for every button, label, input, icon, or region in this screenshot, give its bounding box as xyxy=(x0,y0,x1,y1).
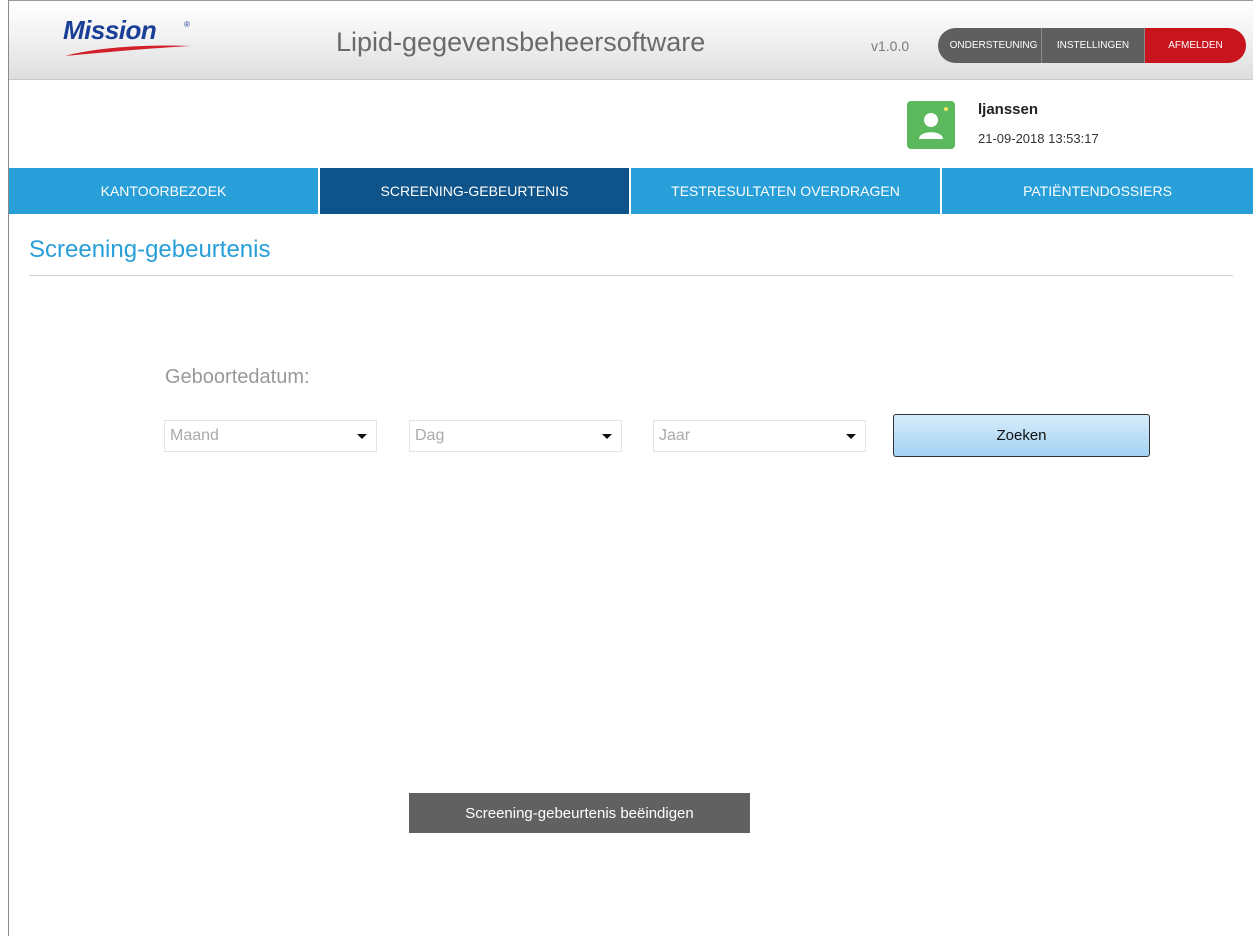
tab-testresultaten-overdragen[interactable]: TESTRESULTATEN OVERDRAGEN xyxy=(631,168,942,214)
username: ljanssen xyxy=(978,101,1039,118)
logo-text: Mission xyxy=(63,15,157,45)
year-select[interactable]: Jaar xyxy=(653,420,866,452)
logout-button[interactable]: AFMELDEN xyxy=(1145,28,1246,63)
support-button[interactable]: ONDERSTEUNING xyxy=(938,28,1042,63)
version-label: v1.0.0 xyxy=(871,38,910,54)
main-navigation: KANTOORBEZOEK SCREENING-GEBEURTENIS TEST… xyxy=(9,168,1253,214)
page-title: Screening-gebeurtenis xyxy=(29,236,271,263)
user-avatar-icon xyxy=(907,101,955,149)
mission-logo: Mission ® xyxy=(63,15,203,71)
end-screening-button[interactable]: Screening-gebeurtenis beëindigen xyxy=(409,793,750,833)
birthdate-label: Geboortedatum: xyxy=(165,366,310,388)
logo-swoosh-icon xyxy=(65,45,191,56)
title-divider xyxy=(29,275,1233,276)
tab-screening-gebeurtenis[interactable]: SCREENING-GEBEURTENIS xyxy=(320,168,631,214)
dropdown-arrow-icon xyxy=(846,434,856,439)
month-select[interactable]: Maand xyxy=(164,420,377,452)
dropdown-arrow-icon xyxy=(602,434,612,439)
tab-patientendossiers[interactable]: PATIËNTENDOSSIERS xyxy=(942,168,1253,214)
login-datetime: 21-09-2018 13:53:17 xyxy=(978,131,1099,146)
day-select-value: Dag xyxy=(415,427,445,444)
month-select-value: Maand xyxy=(170,427,219,444)
window-left-border xyxy=(8,0,9,936)
logo-registered-mark: ® xyxy=(184,20,190,29)
top-button-group: ONDERSTEUNING INSTELLINGEN AFMELDEN xyxy=(938,28,1246,63)
app-title: Lipid-gegevensbeheersoftware xyxy=(336,27,706,57)
year-select-value: Jaar xyxy=(659,427,691,444)
search-button[interactable]: Zoeken xyxy=(893,414,1150,457)
user-silhouette-icon xyxy=(919,107,948,139)
day-select[interactable]: Dag xyxy=(409,420,622,452)
settings-button[interactable]: INSTELLINGEN xyxy=(1042,28,1145,63)
dropdown-arrow-icon xyxy=(357,434,367,439)
app-header: Mission ® Lipid-gegevensbeheersoftware v… xyxy=(9,1,1253,80)
tab-kantoorbezoek[interactable]: KANTOORBEZOEK xyxy=(9,168,320,214)
